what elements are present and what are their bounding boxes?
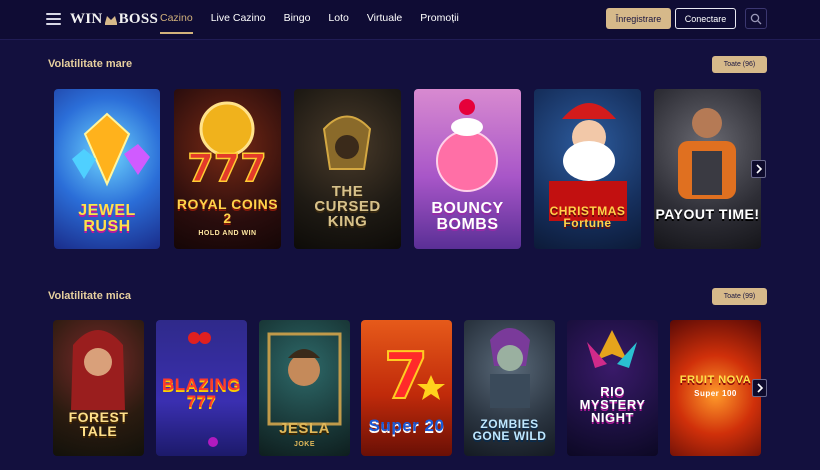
view-all-low-button[interactable]: Toate (99) xyxy=(712,288,767,305)
game-title: FRUIT NOVA xyxy=(679,374,752,386)
game-tile-jesla[interactable]: JESLA JOKE xyxy=(259,320,350,456)
game-title: RIO MYSTERY NIGHT xyxy=(579,384,646,425)
game-subtitle: Super 100 xyxy=(694,389,737,398)
game-title: ROYAL COINS 2 xyxy=(176,196,279,226)
login-button[interactable]: Conectare xyxy=(675,8,736,29)
menu-icon[interactable] xyxy=(46,13,61,25)
game-title: PAYOUT TIME! xyxy=(655,206,760,222)
logo-text-right: BOSS xyxy=(118,10,159,27)
game-tile-blazing-777[interactable]: BLAZING 777 xyxy=(156,320,247,456)
game-title: BLAZING 777 xyxy=(161,375,242,411)
search-button[interactable] xyxy=(745,8,767,29)
crown-icon xyxy=(104,16,117,25)
game-title: THE CURSED KING xyxy=(314,183,381,230)
game-title: FOREST TALE xyxy=(68,409,129,439)
game-subtitle: HOLD AND WIN xyxy=(198,230,257,237)
game-tile-zombies-gone-wild[interactable]: ZOMBIES GONE WILD xyxy=(464,320,555,456)
worker-icon xyxy=(678,108,736,199)
register-button[interactable]: Înregistrare xyxy=(606,8,671,29)
game-title: BOUNCY BOMBS xyxy=(431,200,504,233)
game-title: CHRISTMAS Fortune xyxy=(549,204,626,230)
chevron-right-icon xyxy=(755,164,762,174)
next-arrow-high[interactable] xyxy=(751,160,766,178)
section-title-high-volatility: Volatilitate mare xyxy=(48,58,133,70)
game-tile-fruit-nova[interactable]: FRUIT NOVA Super 100 xyxy=(670,320,761,456)
nav-live-cazino[interactable]: Live Cazino xyxy=(211,0,266,36)
game-title: JEWEL RUSH xyxy=(78,202,136,235)
seven-icon: 7 xyxy=(383,339,445,415)
svg-text:777: 777 xyxy=(187,146,266,190)
view-all-high-button[interactable]: Toate (96) xyxy=(712,56,767,73)
game-tile-christmas-fortune[interactable]: CHRISTMAS Fortune xyxy=(534,89,641,249)
search-icon xyxy=(750,13,762,24)
game-tile-royal-coins-2[interactable]: 777 ROYAL COINS 2 HOLD AND WIN xyxy=(174,89,281,249)
svg-text:7: 7 xyxy=(384,340,429,414)
logo-text-left: WIN xyxy=(70,10,103,27)
top-bar: WIN BOSS Cazino Live Cazino Bingo Loto V… xyxy=(0,0,820,40)
game-title: JESLA xyxy=(279,420,330,437)
game-subtitle: JOKE xyxy=(293,441,316,448)
main-nav: Cazino Live Cazino Bingo Loto Virtuale P… xyxy=(160,0,477,36)
game-tile-payout-time[interactable]: PAYOUT TIME! xyxy=(654,89,761,249)
logo[interactable]: WIN BOSS xyxy=(70,9,158,29)
section-title-low-volatility: Volatilitate mica xyxy=(48,290,131,302)
nav-virtuale[interactable]: Virtuale xyxy=(367,0,402,36)
nav-cazino[interactable]: Cazino xyxy=(160,0,193,36)
nav-loto[interactable]: Loto xyxy=(328,0,348,36)
nav-promotii[interactable]: Promoții xyxy=(420,0,459,36)
game-tile-the-cursed-king[interactable]: THE CURSED KING xyxy=(294,89,401,249)
game-tile-jewel-rush[interactable]: JEWEL RUSH xyxy=(54,89,160,249)
chevron-right-icon xyxy=(756,383,763,393)
game-tile-forest-tale[interactable]: FOREST TALE xyxy=(53,320,144,456)
game-tile-rio-mystery-night[interactable]: RIO MYSTERY NIGHT xyxy=(567,320,658,456)
game-title: Super 20 xyxy=(368,416,445,435)
nav-bingo[interactable]: Bingo xyxy=(284,0,311,36)
game-tile-super-20[interactable]: 7 Super 20 xyxy=(361,320,452,456)
game-tile-bouncy-bombs[interactable]: BOUNCY BOMBS xyxy=(414,89,521,249)
next-arrow-low[interactable] xyxy=(752,379,767,397)
game-title: ZOMBIES GONE WILD xyxy=(472,417,547,443)
